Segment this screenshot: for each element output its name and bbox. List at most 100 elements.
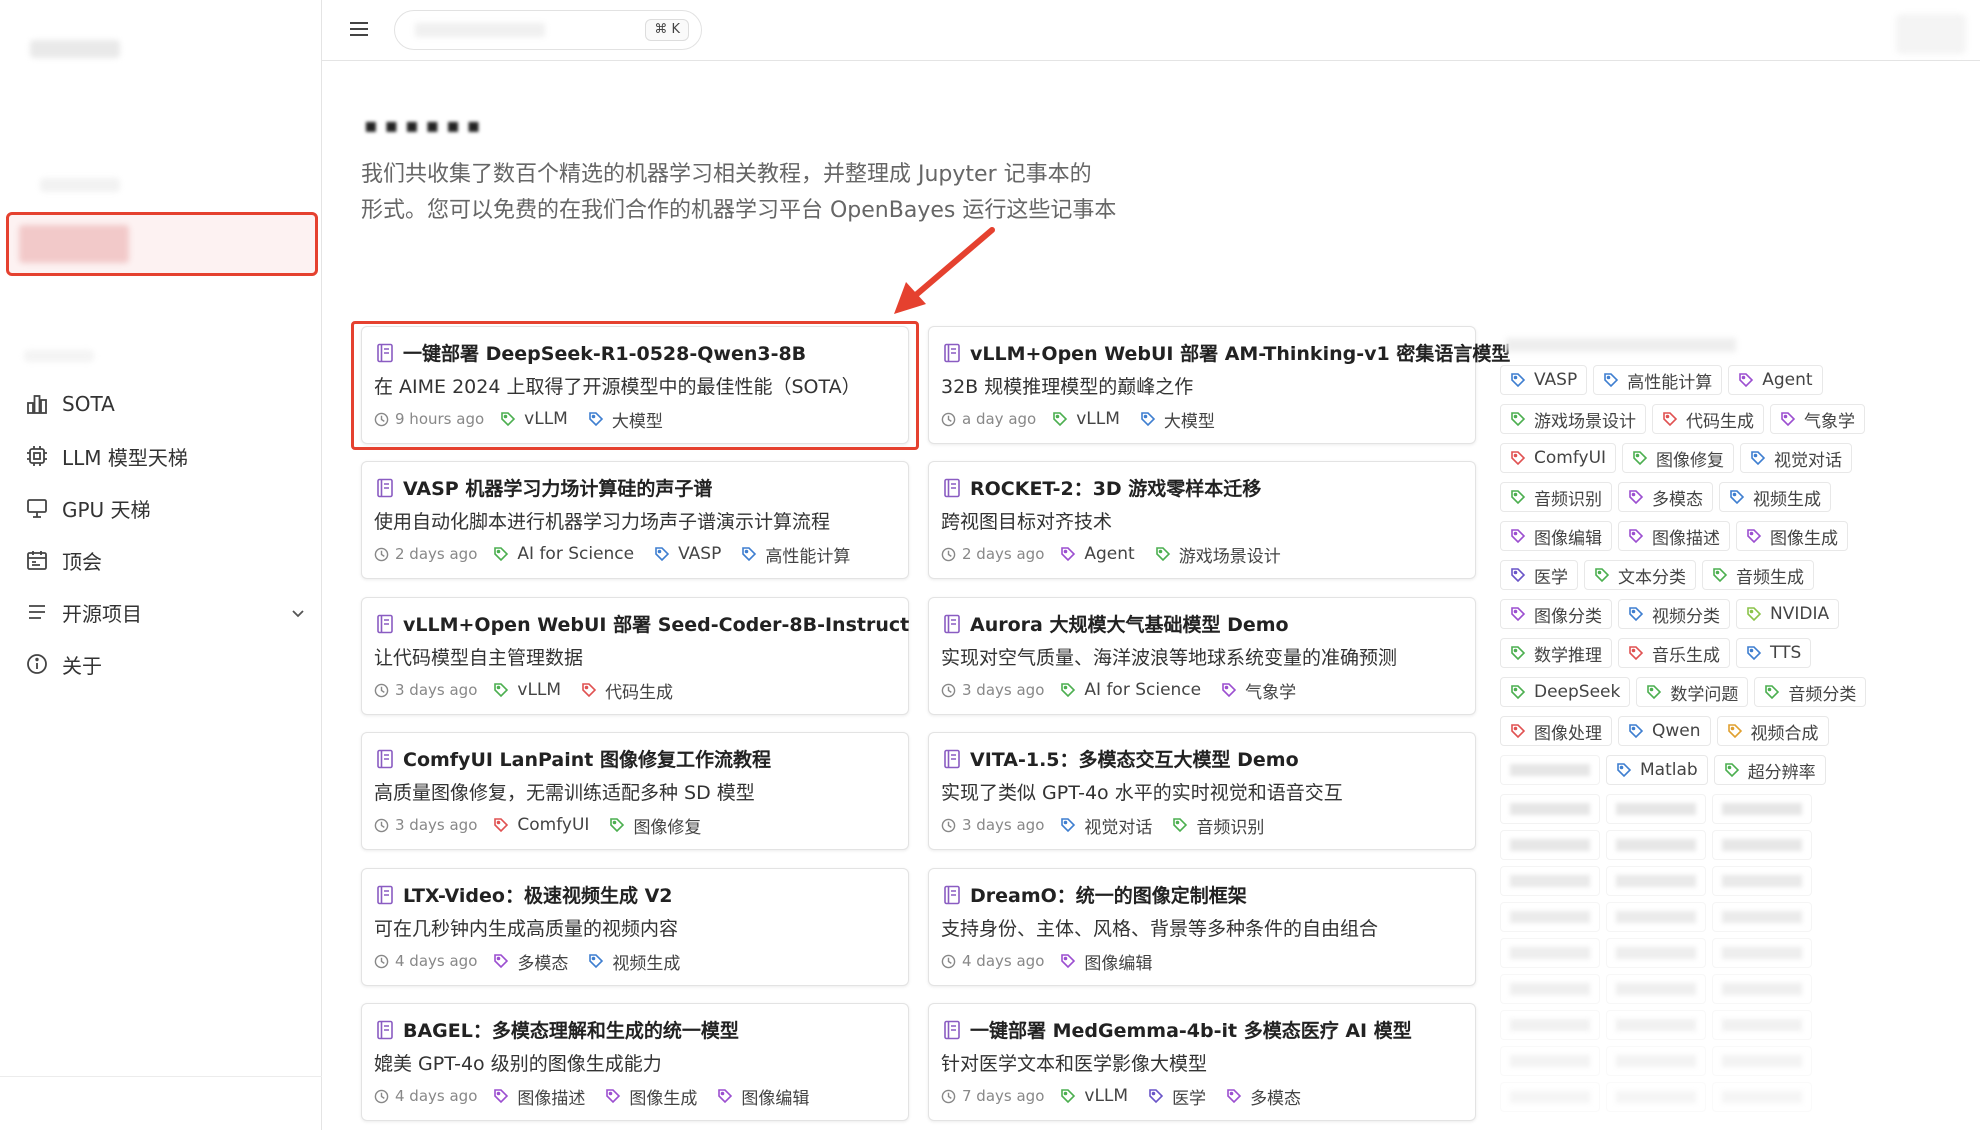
tag-cloud-item-blurred[interactable] (1712, 794, 1812, 824)
tag-cloud-item-blurred[interactable] (1500, 902, 1600, 932)
card-tag[interactable]: 代码生成 (573, 677, 681, 703)
tag-cloud-item[interactable]: 音频分类 (1754, 677, 1867, 707)
tutorial-card[interactable]: vLLM+Open WebUI 部署 AM-Thinking-v1 密集语言模型… (928, 326, 1510, 444)
tag-cloud-item[interactable]: Matlab (1606, 755, 1708, 785)
card-tag[interactable]: 大模型 (1132, 406, 1223, 432)
tag-cloud-item[interactable]: NVIDIA (1736, 599, 1840, 629)
card-tag[interactable]: AI for Science (1052, 677, 1209, 703)
card-tag[interactable]: Agent (1052, 541, 1142, 567)
tutorial-card[interactable]: DreamO：统一的图像定制框架 支持身份、主体、风格、背景等多种条件的自由组合 4… (928, 868, 1476, 986)
tag-cloud-item-blurred[interactable] (1712, 830, 1812, 860)
tag-cloud-item-blurred[interactable] (1712, 938, 1812, 968)
tag-cloud-item[interactable]: 医学 (1500, 560, 1578, 590)
tag-cloud-item[interactable]: 数学问题 (1636, 677, 1749, 707)
tag-cloud-item-blurred[interactable] (1500, 938, 1600, 968)
tutorial-card[interactable]: LTX-Video：极速视频生成 V2 可在几秒钟内生成高质量的视频内容 4 day… (361, 868, 909, 986)
tag-cloud-item[interactable]: DeepSeek (1500, 677, 1631, 707)
tutorial-card[interactable]: VITA-1.5：多模态交互大模型 Demo 实现了类似 GPT-4o 水平的实时… (928, 732, 1476, 850)
card-tag[interactable]: vLLM (492, 406, 576, 432)
card-tag[interactable]: 图像编辑 (1052, 948, 1160, 974)
card-title[interactable]: vLLM+Open WebUI 部署 AM-Thinking-v1 密集语言模型 (943, 339, 1510, 366)
tutorial-card[interactable]: BAGEL：多模态理解和生成的统一模型 媲美 GPT-4o 级别的图像生成能力 4 … (361, 1003, 909, 1121)
sidebar-item-open-source[interactable]: 开源项目 (24, 586, 306, 638)
tag-cloud-item[interactable]: 多模态 (1618, 482, 1713, 512)
tag-cloud-item[interactable]: 图像处理 (1500, 716, 1612, 746)
card-tag[interactable]: 视觉对话 (1052, 812, 1160, 838)
tag-cloud-item[interactable]: 气象学 (1770, 404, 1865, 434)
tag-cloud-item[interactable]: 图像分类 (1500, 599, 1612, 629)
card-title[interactable]: ComfyUI LanPaint 图像修复工作流教程 (376, 745, 771, 772)
card-title[interactable]: ROCKET-2：3D 游戏零样本迁移 (943, 474, 1261, 501)
tag-cloud-item[interactable]: 音频生成 (1702, 560, 1814, 590)
tag-cloud-item[interactable]: 游戏场景设计 (1500, 404, 1646, 434)
tag-cloud-item[interactable]: 音乐生成 (1618, 638, 1730, 668)
card-title[interactable]: DreamO：统一的图像定制框架 (943, 881, 1247, 908)
card-title[interactable]: 一键部署 DeepSeek-R1-0528-Qwen3-8B (376, 339, 806, 366)
chevron-down-icon[interactable] (290, 602, 306, 626)
tag-cloud-item[interactable]: VASP (1500, 365, 1588, 395)
tag-cloud-item-blurred[interactable] (1606, 902, 1706, 932)
card-tag[interactable]: 多模态 (1218, 1083, 1309, 1109)
card-title[interactable]: Aurora 大规模大气基础模型 Demo (943, 610, 1289, 637)
card-tag[interactable]: 图像修复 (601, 812, 709, 838)
card-title[interactable]: BAGEL：多模态理解和生成的统一模型 (376, 1016, 739, 1043)
tag-cloud-item[interactable]: TTS (1736, 638, 1812, 668)
card-tag[interactable]: 医学 (1140, 1083, 1214, 1109)
tutorial-card[interactable]: 一键部署 MedGemma-4b-it 多模态医疗 AI 模型 针对医学文本和医学… (928, 1003, 1476, 1121)
tag-cloud-item-blurred[interactable] (1500, 755, 1600, 785)
card-tag[interactable]: AI for Science (485, 541, 642, 567)
card-tag[interactable]: ComfyUI (485, 812, 597, 838)
tag-cloud-item-blurred[interactable] (1606, 1046, 1706, 1076)
search-input[interactable]: ⌘ K (394, 10, 702, 50)
tag-cloud-item-blurred[interactable] (1500, 974, 1600, 1004)
tutorial-card[interactable]: vLLM+Open WebUI 部署 Seed-Coder-8B-Instruc… (361, 597, 909, 715)
card-title[interactable]: LTX-Video：极速视频生成 V2 (376, 881, 673, 908)
card-title[interactable]: VASP 机器学习力场计算硅的声子谱 (376, 474, 712, 501)
tag-cloud-item[interactable]: 数学推理 (1500, 638, 1612, 668)
tag-cloud-item-blurred[interactable] (1712, 1046, 1812, 1076)
card-tag[interactable]: 图像生成 (597, 1083, 705, 1109)
card-tag[interactable]: vLLM (485, 677, 569, 703)
sidebar-item-gpu-ladder[interactable]: GPU 天梯 (24, 482, 306, 534)
tag-cloud-item-blurred[interactable] (1712, 902, 1812, 932)
tutorial-card[interactable]: 一键部署 DeepSeek-R1-0528-Qwen3-8B 在 AIME 202… (361, 326, 909, 444)
card-tag[interactable]: vLLM (1052, 1083, 1136, 1109)
tag-cloud-item[interactable]: 高性能计算 (1593, 365, 1723, 395)
tutorial-card[interactable]: ROCKET-2：3D 游戏零样本迁移 跨视图目标对齐技术 2 days ago Ag… (928, 461, 1476, 579)
card-title[interactable]: VITA-1.5：多模态交互大模型 Demo (943, 745, 1299, 772)
card-tag[interactable]: VASP (646, 541, 729, 567)
card-tag[interactable]: 气象学 (1213, 677, 1304, 703)
card-title[interactable]: 一键部署 MedGemma-4b-it 多模态医疗 AI 模型 (943, 1016, 1412, 1043)
card-tag[interactable]: 高性能计算 (733, 541, 858, 567)
tag-cloud-item-blurred[interactable] (1606, 974, 1706, 1004)
tag-cloud-item[interactable]: 音频识别 (1500, 482, 1612, 512)
sidebar-item-sota[interactable]: SOTA (24, 378, 306, 430)
tag-cloud-item[interactable]: 代码生成 (1652, 404, 1764, 434)
card-tag[interactable]: 图像编辑 (709, 1083, 817, 1109)
tag-cloud-item[interactable]: 视频生成 (1719, 482, 1831, 512)
card-tag[interactable]: vLLM (1044, 406, 1128, 432)
tag-cloud-item-blurred[interactable] (1606, 794, 1706, 824)
tag-cloud-item-blurred[interactable] (1606, 938, 1706, 968)
card-tag[interactable]: 音频识别 (1164, 812, 1272, 838)
tag-cloud-item[interactable]: 视频合成 (1716, 716, 1829, 746)
tutorial-card[interactable]: ComfyUI LanPaint 图像修复工作流教程 高质量图像修复，无需训练适配… (361, 732, 909, 850)
tag-cloud-item-blurred[interactable] (1500, 866, 1600, 896)
sidebar-item-conferences[interactable]: 顶会 (24, 534, 306, 586)
card-title[interactable]: vLLM+Open WebUI 部署 Seed-Coder-8B-Instruc… (376, 610, 909, 637)
tag-cloud-item-blurred[interactable] (1712, 1010, 1812, 1040)
user-menu[interactable] (1896, 14, 1966, 54)
tag-cloud-item-blurred[interactable] (1500, 1010, 1600, 1040)
card-tag[interactable]: 大模型 (580, 406, 671, 432)
tag-cloud-item-blurred[interactable] (1500, 794, 1600, 824)
tag-cloud-item[interactable]: 超分辨率 (1713, 755, 1826, 785)
tag-cloud-item[interactable]: Agent (1728, 365, 1823, 395)
card-tag[interactable]: 视频生成 (580, 948, 688, 974)
tag-cloud-item[interactable]: Qwen (1618, 716, 1711, 746)
sidebar-highlighted-item[interactable] (6, 212, 318, 276)
card-tag[interactable]: 游戏场景设计 (1147, 541, 1289, 567)
tag-cloud-item-blurred[interactable] (1606, 1010, 1706, 1040)
tag-cloud-item-blurred[interactable] (1712, 866, 1812, 896)
card-tag[interactable]: 多模态 (485, 948, 576, 974)
card-tag[interactable]: 图像描述 (485, 1083, 593, 1109)
